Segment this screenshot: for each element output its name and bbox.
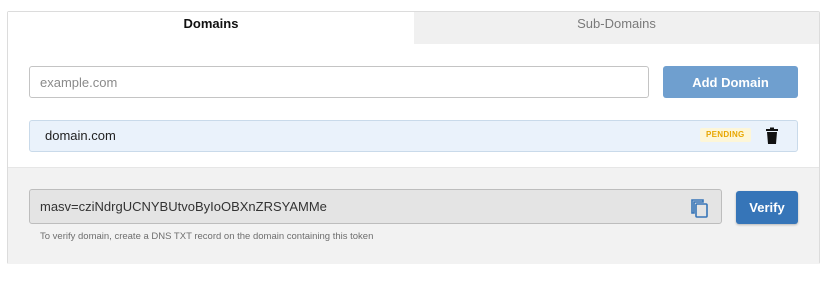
domains-card: Domains Sub-Domains Add Domain domain.co… xyxy=(7,11,820,264)
add-domain-button[interactable]: Add Domain xyxy=(663,66,798,98)
domain-name: domain.com xyxy=(45,128,116,143)
status-badge: PENDING xyxy=(700,128,751,142)
copy-icon[interactable] xyxy=(689,196,711,218)
tab-domains[interactable]: Domains xyxy=(8,12,414,44)
domain-list-item: domain.com PENDING xyxy=(29,120,798,152)
verification-panel: masv=cziNdrgUCNYBUtvoByIoOBXnZRSYAMMe Ve… xyxy=(8,167,819,264)
tab-bar: Domains Sub-Domains xyxy=(8,12,819,44)
verify-button[interactable]: Verify xyxy=(736,191,798,224)
token-field[interactable]: masv=cziNdrgUCNYBUtvoByIoOBXnZRSYAMMe xyxy=(29,189,722,224)
tab-sub-domains[interactable]: Sub-Domains xyxy=(414,12,819,44)
trash-icon[interactable] xyxy=(763,127,781,145)
token-value: masv=cziNdrgUCNYBUtvoByIoOBXnZRSYAMMe xyxy=(40,199,327,214)
domain-input[interactable] xyxy=(29,66,649,98)
helper-text: To verify domain, create a DNS TXT recor… xyxy=(40,231,374,242)
